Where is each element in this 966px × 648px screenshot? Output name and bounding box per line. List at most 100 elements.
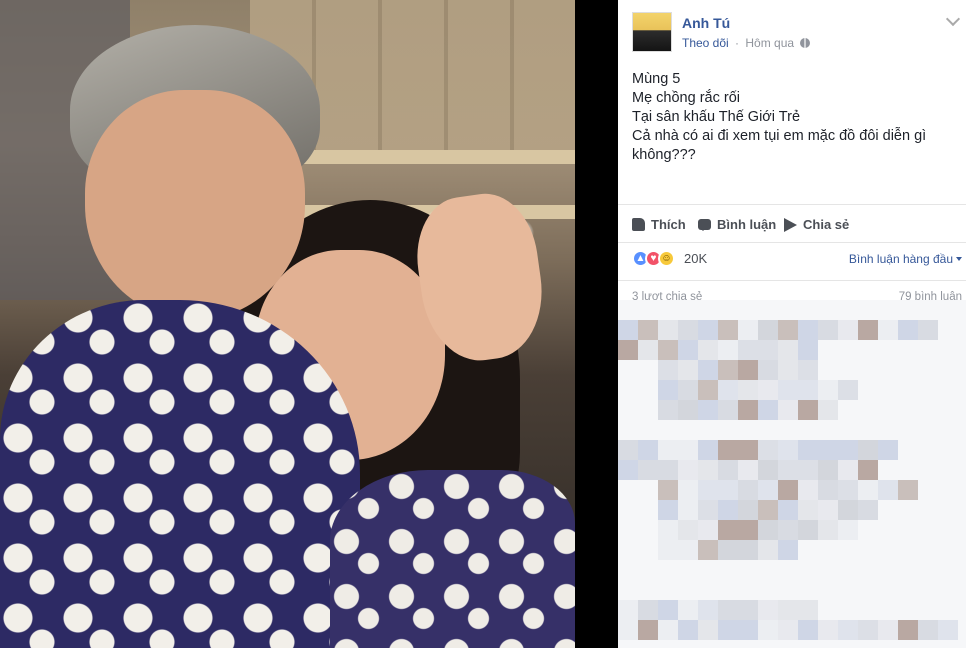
mosaic-pixel: [698, 540, 718, 560]
mosaic-pixel: [778, 440, 798, 460]
mosaic-pixel: [818, 500, 838, 520]
mosaic-pixel: [758, 440, 778, 460]
mosaic-pixel: [738, 540, 758, 560]
post-text-line: không???: [632, 147, 696, 163]
mosaic-pixel: [758, 460, 778, 480]
mosaic-pixel: [798, 600, 818, 620]
mosaic-pixel: [818, 620, 838, 640]
mosaic-pixel: [678, 440, 698, 460]
mosaic-pixel: [838, 500, 858, 520]
mosaic-pixel: [718, 360, 738, 380]
mosaic-pixel: [898, 320, 918, 340]
mosaic-pixel: [698, 600, 718, 620]
mosaic-pixel: [778, 500, 798, 520]
mosaic-pixel: [718, 380, 738, 400]
mosaic-pixel: [758, 600, 778, 620]
action-bar: Thích Bình luận Chia sẻ: [632, 214, 962, 238]
post-meta: Theo dõi · Hôm qua: [682, 36, 811, 50]
chevron-down-icon[interactable]: [945, 11, 961, 27]
mosaic-pixel: [798, 360, 818, 380]
mosaic-pixel: [778, 360, 798, 380]
divider: [618, 280, 966, 281]
mosaic-pixel: [718, 520, 738, 540]
globe-icon: [800, 38, 811, 48]
mosaic-pixel: [818, 480, 838, 500]
mosaic-pixel: [778, 600, 798, 620]
mosaic-pixel: [838, 520, 858, 540]
post-photo[interactable]: [0, 0, 575, 648]
mosaic-pixel: [738, 620, 758, 640]
mosaic-pixel: [778, 540, 798, 560]
mosaic-pixel: [658, 540, 678, 560]
post-text-line: Tại sân khấu Thế Giới Trẻ: [632, 109, 801, 125]
mosaic-pixel: [678, 500, 698, 520]
haha-reaction-icon[interactable]: ☺: [658, 250, 675, 267]
mosaic-pixel: [858, 320, 878, 340]
mosaic-pixel: [778, 340, 798, 360]
mosaic-pixel: [878, 480, 898, 500]
comment-button[interactable]: Bình luận: [698, 217, 776, 232]
post-time[interactable]: Hôm qua: [745, 36, 794, 50]
mosaic-pixel: [738, 520, 758, 540]
mosaic-pixel: [838, 620, 858, 640]
share-icon: [784, 217, 797, 232]
mosaic-pixel: [798, 380, 818, 400]
post-text-line: Cả nhà có ai đi xem tụi em mặc đồ đôi di…: [632, 128, 927, 144]
mosaic-pixel: [738, 340, 758, 360]
mosaic-pixel: [698, 320, 718, 340]
mosaic-pixel: [698, 480, 718, 500]
comment-label: Bình luận: [717, 217, 777, 232]
mosaic-pixel: [738, 320, 758, 340]
mosaic-pixel: [778, 620, 798, 640]
mosaic-pixel: [738, 380, 758, 400]
photo-man-shirt: [0, 300, 360, 648]
mosaic-pixel: [778, 460, 798, 480]
post-text: Mùng 5 Mẹ chồng rắc rối Tại sân khấu Thế…: [632, 70, 952, 165]
mosaic-pixel: [678, 620, 698, 640]
censored-comments: [618, 300, 966, 648]
mosaic-pixel: [718, 440, 738, 460]
mosaic-pixel: [778, 400, 798, 420]
caret-down-icon: [956, 257, 962, 261]
reaction-count[interactable]: 20K: [684, 251, 707, 266]
mosaic-pixel: [618, 440, 638, 460]
mosaic-pixel: [638, 600, 658, 620]
mosaic-pixel: [838, 480, 858, 500]
mosaic-pixel: [718, 400, 738, 420]
mosaic-pixel: [698, 520, 718, 540]
mosaic-pixel: [618, 460, 638, 480]
mosaic-pixel: [658, 480, 678, 500]
mosaic-pixel: [698, 500, 718, 520]
mosaic-pixel: [798, 340, 818, 360]
mosaic-pixel: [858, 440, 878, 460]
share-button[interactable]: Chia sẻ: [784, 217, 849, 232]
mosaic-pixel: [658, 620, 678, 640]
post-sidebar: Anh Tú Theo dõi · Hôm qua Mùng 5 Mẹ chồn…: [618, 0, 966, 648]
mosaic-pixel: [698, 400, 718, 420]
post-header: Anh Tú Theo dõi · Hôm qua: [632, 11, 962, 54]
mosaic-pixel: [798, 440, 818, 460]
photo-viewer: Anh Tú Theo dõi · Hôm qua Mùng 5 Mẹ chồn…: [0, 0, 966, 648]
mosaic-pixel: [758, 400, 778, 420]
mosaic-pixel: [918, 320, 938, 340]
like-button[interactable]: Thích: [632, 217, 686, 232]
mosaic-pixel: [718, 600, 738, 620]
author-name[interactable]: Anh Tú: [682, 15, 730, 31]
mosaic-pixel: [658, 400, 678, 420]
mosaic-pixel: [678, 380, 698, 400]
avatar[interactable]: [632, 12, 672, 52]
mosaic-pixel: [718, 540, 738, 560]
mosaic-pixel: [698, 460, 718, 480]
mosaic-pixel: [758, 540, 778, 560]
follow-link[interactable]: Theo dõi: [682, 36, 729, 50]
mosaic-pixel: [738, 460, 758, 480]
mosaic-pixel: [718, 620, 738, 640]
mosaic-pixel: [798, 500, 818, 520]
mosaic-pixel: [858, 480, 878, 500]
mosaic-pixel: [718, 340, 738, 360]
mosaic-pixel: [838, 380, 858, 400]
mosaic-pixel: [758, 520, 778, 540]
comment-sort-dropdown[interactable]: Bình luận hàng đầu: [849, 252, 962, 266]
mosaic-pixel: [838, 460, 858, 480]
mosaic-pixel: [658, 600, 678, 620]
